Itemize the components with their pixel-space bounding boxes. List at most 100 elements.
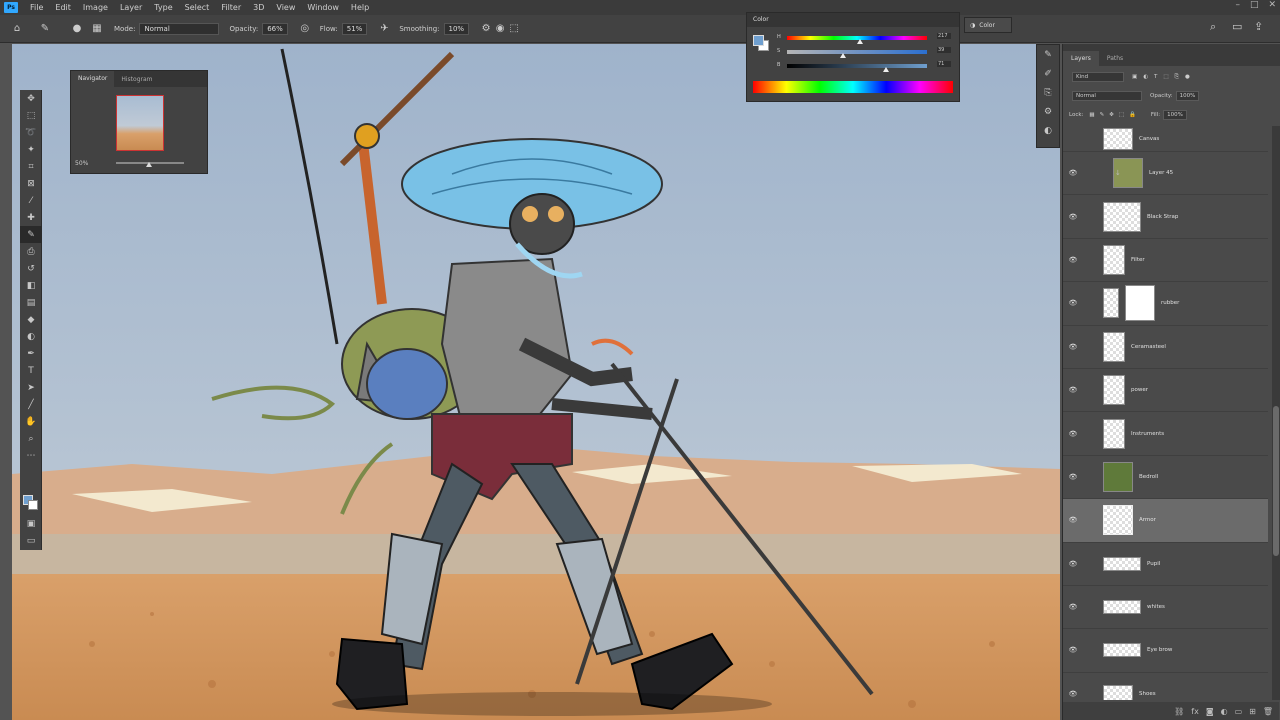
hand-tool-icon[interactable]: ✋	[20, 413, 42, 430]
layer-row[interactable]: 👁 Pupil	[1063, 543, 1268, 586]
airbrush-icon[interactable]: ✈	[377, 22, 391, 36]
color-panel-tab[interactable]: ◑ Color	[964, 17, 1012, 33]
eye-icon[interactable]: 👁	[1063, 343, 1083, 351]
fill-field[interactable]: 100%	[1163, 110, 1187, 120]
saturation-value[interactable]: 39	[937, 47, 951, 53]
layer-row-selected[interactable]: 👁 Armor	[1063, 499, 1268, 543]
color-fg-swatch[interactable]	[753, 35, 764, 46]
blend-mode-select[interactable]: Normal	[1072, 91, 1142, 101]
new-layer-icon[interactable]: ⊞	[1249, 707, 1256, 716]
magic-wand-tool-icon[interactable]: ✦	[20, 141, 42, 158]
brightness-knob[interactable]	[883, 67, 889, 72]
healing-tool-icon[interactable]: ✚	[20, 209, 42, 226]
menu-help[interactable]: Help	[345, 3, 375, 12]
menu-view[interactable]: View	[270, 3, 301, 12]
layers-scrollbar-thumb[interactable]	[1273, 406, 1279, 556]
search-icon[interactable]: ⌕	[1210, 20, 1216, 34]
brush-tool-icon[interactable]: ✎	[38, 22, 52, 36]
home-icon[interactable]: ⌂	[10, 22, 24, 36]
menu-file[interactable]: File	[24, 3, 49, 12]
menu-3d[interactable]: 3D	[247, 3, 270, 12]
hue-knob[interactable]	[857, 39, 863, 44]
delete-layer-icon[interactable]: 🗑	[1263, 707, 1273, 716]
filter-icons[interactable]: ▣◐T⬚⎘●	[1132, 74, 1196, 81]
pressure-size-icon[interactable]: ◉	[493, 22, 507, 36]
layer-row[interactable]: 👁 Shoes	[1063, 673, 1268, 700]
eye-icon[interactable]: 👁	[1063, 213, 1083, 221]
color-panel-title[interactable]: Color	[747, 13, 959, 27]
tab-histogram[interactable]: Histogram	[114, 76, 159, 83]
layer-filter-kind[interactable]: Kind	[1072, 72, 1124, 82]
adjustment-layer-icon[interactable]: ◐	[1221, 707, 1228, 716]
properties-icon[interactable]: ◐	[1037, 121, 1059, 140]
eye-icon[interactable]: 👁	[1063, 560, 1083, 568]
lock-icons[interactable]: ▦✎✥⬚🔒	[1089, 112, 1140, 118]
more-tools-icon[interactable]: ⋯	[20, 447, 42, 464]
zoom-tool-icon[interactable]: ⌕	[20, 430, 42, 447]
layer-row[interactable]: 👁 Black Strap	[1063, 195, 1268, 239]
color-spectrum-ramp[interactable]	[753, 81, 953, 93]
eye-icon[interactable]: 👁	[1063, 473, 1083, 481]
eye-icon[interactable]: 👁	[1063, 386, 1083, 394]
navigator-thumbnail[interactable]	[116, 95, 164, 151]
navigator-zoom-value[interactable]: 50%	[75, 160, 88, 167]
brightness-value[interactable]: 71	[937, 61, 951, 67]
path-selection-icon[interactable]: ➤	[20, 379, 42, 396]
share-icon[interactable]: ⇪	[1254, 20, 1263, 33]
type-tool-icon[interactable]: T	[20, 362, 42, 379]
eye-icon[interactable]: 👁	[1063, 256, 1083, 264]
saturation-slider[interactable]	[787, 50, 927, 54]
brush-tool-icon-side[interactable]: ✎	[20, 226, 42, 243]
layer-mask-thumbnail[interactable]	[1125, 285, 1155, 322]
layers-scrollbar[interactable]	[1272, 126, 1280, 700]
close-icon[interactable]: ✕	[1268, 0, 1276, 10]
tab-paths[interactable]: Paths	[1099, 51, 1131, 66]
adjustments-icon[interactable]: ⚙	[1037, 102, 1059, 121]
move-tool-icon[interactable]: ✥	[20, 90, 42, 107]
add-mask-icon[interactable]: ◙	[1206, 707, 1214, 716]
layer-row[interactable]: 👁 whites	[1063, 586, 1268, 630]
shape-tool-icon[interactable]: ╱	[20, 396, 42, 413]
eraser-tool-icon[interactable]: ◧	[20, 277, 42, 294]
pressure-opacity-icon[interactable]: ◎	[298, 22, 312, 36]
clone-source-icon[interactable]: ⎘	[1037, 83, 1059, 102]
brightness-slider[interactable]	[787, 64, 927, 68]
lasso-tool-icon[interactable]: ➰	[20, 124, 42, 141]
eye-icon[interactable]: 👁	[1063, 516, 1083, 524]
saturation-knob[interactable]	[840, 53, 846, 58]
pen-tool-icon[interactable]: ✒	[20, 345, 42, 362]
eyedropper-tool-icon[interactable]: ⁄	[20, 192, 42, 209]
layer-row[interactable]: 👁 Filter	[1063, 239, 1268, 283]
workspace-icon[interactable]: ▭	[1232, 20, 1242, 33]
opacity-field[interactable]: 66%	[262, 22, 288, 35]
layer-style-icon[interactable]: fx	[1191, 707, 1199, 716]
symmetry-icon[interactable]: ⬚	[507, 22, 521, 36]
menu-image[interactable]: Image	[77, 3, 114, 12]
history-brush-icon[interactable]: ↺	[20, 260, 42, 277]
flow-field[interactable]: 51%	[341, 22, 368, 35]
eye-icon[interactable]: 👁	[1063, 690, 1083, 698]
layer-row[interactable]: 👁 rubber	[1063, 282, 1268, 326]
eye-icon[interactable]: 👁	[1063, 430, 1083, 438]
gear-icon[interactable]: ⚙	[479, 22, 493, 36]
menu-layer[interactable]: Layer	[114, 3, 148, 12]
marquee-tool-icon[interactable]: ⬚	[20, 107, 42, 124]
dodge-tool-icon[interactable]: ◐	[20, 328, 42, 345]
tab-layers[interactable]: Layers	[1063, 51, 1099, 66]
mode-select[interactable]: Normal	[139, 22, 220, 35]
layer-row[interactable]: Canvas	[1063, 126, 1268, 152]
tab-navigator[interactable]: Navigator	[71, 71, 115, 87]
layer-row[interactable]: 👁 Eye brow	[1063, 629, 1268, 673]
brushes-panel-icon[interactable]: ✐	[1037, 64, 1059, 83]
layer-row[interactable]: 👁 ↓ Layer 45	[1063, 152, 1268, 196]
smoothing-field[interactable]: 10%	[443, 22, 470, 35]
layer-row[interactable]: 👁 Instruments	[1063, 412, 1268, 456]
menu-type[interactable]: Type	[148, 3, 178, 12]
layer-row[interactable]: 👁 Bedroll	[1063, 456, 1268, 500]
maximize-icon[interactable]: □	[1250, 0, 1259, 10]
background-color-swatch[interactable]	[28, 500, 38, 510]
layer-row[interactable]: 👁 Ceramasteel	[1063, 326, 1268, 369]
layer-row[interactable]: 👁 power	[1063, 369, 1268, 413]
hue-value[interactable]: 217	[937, 33, 951, 39]
eye-icon[interactable]: 👁	[1063, 603, 1083, 611]
